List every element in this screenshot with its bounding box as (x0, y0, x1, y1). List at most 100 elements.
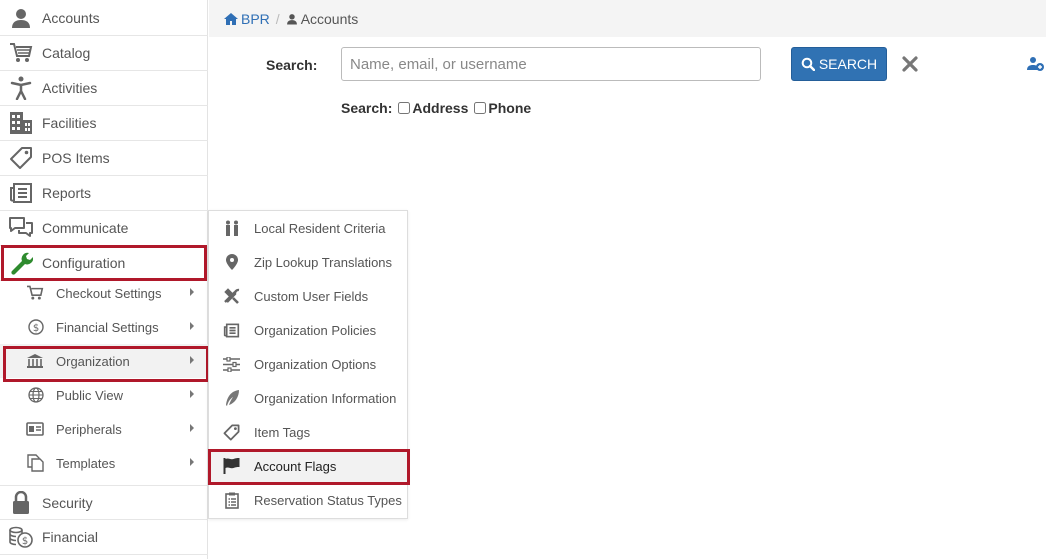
flyout-item-local-resident-criteria[interactable]: Local Resident Criteria (209, 211, 407, 245)
phone-checkbox[interactable] (474, 102, 487, 114)
config-item-label: Templates (56, 455, 116, 471)
people-icon (209, 211, 254, 245)
lock-icon (0, 485, 42, 520)
flyout-item-organization-information[interactable]: Organization Information (209, 381, 407, 415)
sidebar-item-label: Communicate (42, 220, 129, 236)
sidebar-item-reports[interactable]: Reports (0, 176, 208, 211)
flyout-item-account-flags[interactable]: Account Flags (209, 449, 407, 483)
config-item-checkout-settings[interactable]: Checkout Settings (0, 276, 208, 310)
tag-icon (0, 141, 42, 176)
sidebar-item-label: Financial (42, 529, 99, 545)
map-marker-icon (209, 245, 254, 279)
caret-right-icon (190, 322, 194, 330)
dollar-circle-icon: $ (0, 310, 56, 344)
sidebar-item-security[interactable]: Security (0, 485, 208, 520)
sidebar-item-activities[interactable]: Activities (0, 71, 208, 106)
sidebar-item-label: Catalog (42, 45, 91, 61)
flyout-item-item-tags[interactable]: Item Tags (209, 415, 407, 449)
flyout-item-label: Custom User Fields (254, 288, 369, 304)
sidebar-item-label: Facilities (42, 115, 97, 131)
config-item-peripherals[interactable]: Peripherals (0, 412, 208, 446)
flyout-item-label: Organization Information (254, 390, 397, 406)
add-user-button[interactable] (1027, 56, 1045, 72)
feather-icon (209, 381, 254, 415)
tools-icon (209, 279, 254, 313)
flyout-item-label: Item Tags (254, 424, 311, 440)
search-label: Search: (266, 57, 318, 73)
flag-icon (209, 449, 254, 483)
config-item-templates[interactable]: Templates (0, 446, 208, 480)
clear-search-button[interactable] (900, 54, 920, 74)
sidebar-item-label: Security (42, 494, 93, 511)
sidebar-item-catalog[interactable]: Catalog (0, 36, 208, 71)
flyout-item-label: Organization Policies (254, 322, 377, 338)
sidebar-item-pos-items[interactable]: POS Items (0, 141, 208, 176)
svg-text:$: $ (33, 323, 39, 334)
sidebar-item-label: Activities (42, 80, 98, 96)
config-item-label: Checkout Settings (56, 285, 162, 301)
sidebar-item-label: Accounts (42, 10, 100, 26)
sidebar-item-label: Reports (42, 185, 92, 201)
caret-right-icon (190, 458, 194, 466)
sidebar-item-accounts[interactable]: Accounts (0, 1, 208, 36)
caret-right-icon (190, 356, 194, 364)
flyout-item-organization-options[interactable]: Organization Options (209, 347, 407, 381)
cart-icon (0, 36, 42, 71)
chat-icon (0, 211, 42, 246)
config-item-public-view[interactable]: Public View (0, 378, 208, 412)
close-icon (900, 54, 920, 74)
id-card-icon (0, 412, 56, 446)
sliders-icon (209, 347, 254, 381)
newspaper-icon (209, 313, 254, 347)
sidebar-item-label: Configuration (42, 255, 126, 271)
search-button-label: SEARCH (818, 56, 878, 72)
config-item-organization[interactable]: Organization (0, 344, 208, 378)
flyout-item-zip-lookup-translations[interactable]: Zip Lookup Translations (209, 245, 407, 279)
caret-right-icon (190, 390, 194, 398)
home-icon (224, 13, 238, 25)
flyout-item-reservation-status-types[interactable]: Reservation Status Types (209, 483, 407, 517)
cart-icon (0, 276, 56, 310)
add-user-icon (1027, 56, 1045, 72)
coins-icon: $ (0, 520, 42, 555)
sidebar: Accounts Catalog Activities Facilities P… (0, 0, 208, 559)
search-options: Search: Address Phone (341, 100, 531, 116)
flyout-item-label: Organization Options (254, 356, 377, 372)
flyout-item-label: Local Resident Criteria (254, 220, 386, 236)
breadcrumb-home-link[interactable]: BPR (224, 11, 270, 27)
search-options-label: Search: (341, 100, 393, 116)
flyout-item-custom-user-fields[interactable]: Custom User Fields (209, 279, 407, 313)
sidebar-item-facilities[interactable]: Facilities (0, 106, 208, 141)
organization-flyout-menu: Local Resident Criteria Zip Lookup Trans… (208, 210, 408, 519)
person-icon (0, 71, 42, 106)
copy-icon (0, 446, 56, 480)
breadcrumb: BPR / Accounts (224, 11, 358, 27)
caret-right-icon (190, 288, 194, 296)
config-item-label: Peripherals (56, 421, 122, 437)
phone-checkbox-label: Phone (488, 100, 532, 116)
address-checkbox-label: Address (412, 100, 469, 116)
config-item-label: Financial Settings (56, 319, 159, 335)
search-icon (801, 57, 815, 71)
user-icon (0, 1, 42, 36)
clipboard-icon (209, 483, 254, 517)
svg-text:$: $ (22, 536, 28, 547)
config-item-label: Public View (56, 387, 123, 403)
search-button[interactable]: SEARCH (791, 47, 887, 81)
breadcrumb-current: Accounts (300, 11, 359, 27)
search-input[interactable] (341, 47, 761, 81)
flyout-item-organization-policies[interactable]: Organization Policies (209, 313, 407, 347)
bank-icon (0, 344, 56, 378)
newspaper-icon (0, 176, 42, 211)
address-checkbox[interactable] (398, 102, 411, 114)
flyout-item-label: Reservation Status Types (254, 492, 402, 508)
flyout-item-label: Zip Lookup Translations (254, 254, 393, 270)
breadcrumb-bar: BPR / Accounts (209, 0, 1046, 37)
config-item-financial-settings[interactable]: $ Financial Settings (0, 310, 208, 344)
sidebar-item-financial[interactable]: $ Financial (0, 520, 208, 555)
user-icon (286, 13, 298, 25)
caret-right-icon (190, 424, 194, 432)
sidebar-item-communicate[interactable]: Communicate (0, 211, 208, 246)
breadcrumb-home-label: BPR (241, 11, 270, 27)
config-item-label: Organization (56, 353, 130, 369)
